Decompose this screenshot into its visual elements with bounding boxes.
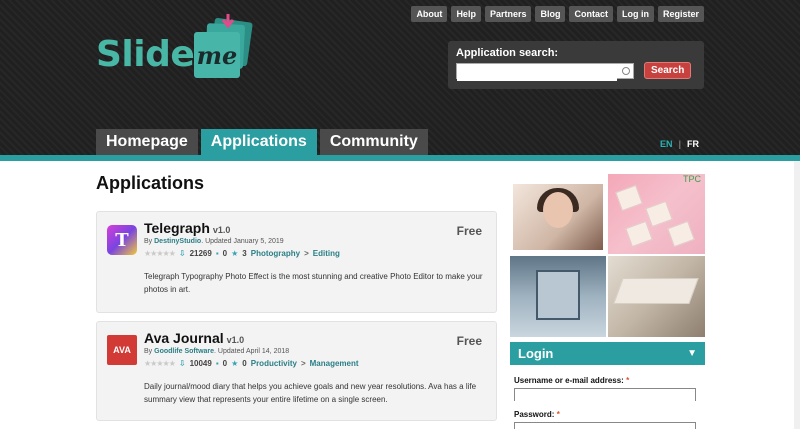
nav-partners[interactable]: Partners — [484, 6, 532, 22]
logo-card-front: me — [194, 32, 240, 78]
logo-cards: me — [192, 14, 262, 78]
ad-grid: TPC — [510, 174, 705, 337]
app-byline: By DestinyStudio. Updated January 5, 201… — [144, 238, 284, 245]
search-input[interactable] — [457, 67, 617, 81]
ad-box — [645, 200, 673, 228]
username-field[interactable] — [515, 394, 695, 405]
ad-box — [625, 220, 653, 248]
login-title: Login — [518, 346, 554, 361]
logo-arrow-icon — [221, 14, 235, 29]
app-name[interactable]: Ava Journal — [144, 330, 224, 346]
ad-table — [613, 278, 699, 304]
app-author-link[interactable]: Goodlife Software — [154, 348, 214, 355]
login-form: Username or e-mail address: * Password: … — [514, 376, 704, 429]
language-switcher: EN | FR — [660, 139, 699, 149]
app-card-ava-journal[interactable]: AVA Ava Journal v1.0 Free By Goodlife Sof… — [96, 321, 497, 421]
ad-image-table[interactable] — [608, 256, 705, 337]
app-description: Daily journal/mood diary that helps you … — [144, 382, 477, 404]
lang-separator: | — [678, 139, 682, 149]
rating-count: 3 — [242, 249, 247, 258]
app-description: Telegraph Typography Photo Effect is the… — [144, 272, 483, 294]
app-meta: ★★★★★ ⇩ 10049 ▪ 0 ★ 0 Productivity > Man… — [144, 359, 359, 368]
app-name[interactable]: Telegraph — [144, 220, 210, 236]
category-separator-icon: > — [304, 249, 309, 258]
download-icon: ⇩ — [178, 359, 186, 368]
ad-face — [543, 192, 573, 228]
category-link[interactable]: Photography — [251, 249, 300, 258]
app-updated: . Updated January 5, 2019 — [201, 238, 284, 245]
site-header: Slide me About Help Partners Blog Contac… — [0, 0, 800, 155]
required-mark: * — [626, 376, 630, 385]
star-icon: ★ — [231, 359, 239, 368]
app-version: v1.0 — [212, 225, 231, 235]
app-price: Free — [456, 224, 482, 238]
main-tabs: Homepage Applications Community — [96, 129, 428, 155]
lang-en[interactable]: EN — [660, 139, 673, 149]
app-title[interactable]: Ava Journal v1.0 — [144, 330, 244, 346]
search-input-wrapper — [456, 62, 634, 81]
ad-image-room[interactable] — [510, 256, 606, 337]
by-prefix: By — [144, 348, 153, 355]
nav-contact[interactable]: Contact — [569, 6, 613, 22]
subcategory-link[interactable]: Management — [310, 359, 359, 368]
username-label: Username or e-mail address: * — [514, 376, 630, 385]
app-price: Free — [456, 334, 482, 348]
ad-image-portrait[interactable] — [513, 184, 603, 250]
top-nav: About Help Partners Blog Contact Log in … — [411, 6, 704, 22]
category-separator-icon: > — [300, 359, 306, 368]
ad-window — [536, 270, 580, 320]
password-field-wrapper — [514, 422, 696, 429]
site-logo[interactable]: Slide me — [96, 14, 266, 78]
tab-homepage[interactable]: Homepage — [96, 129, 198, 155]
nav-login[interactable]: Log in — [616, 6, 654, 22]
download-count: 10049 — [189, 359, 212, 368]
app-version: v1.0 — [226, 335, 245, 345]
comment-count: 0 — [222, 359, 228, 368]
app-author-link[interactable]: DestinyStudio — [154, 238, 201, 245]
page-scrollbar[interactable] — [794, 161, 800, 429]
nav-blog[interactable]: Blog — [535, 6, 566, 22]
username-field-wrapper — [514, 388, 696, 405]
nav-register[interactable]: Register — [657, 6, 704, 22]
by-prefix: By — [144, 238, 153, 245]
rating-count: 0 — [242, 359, 247, 368]
ad-corner-label: TPC — [683, 174, 701, 184]
app-card-telegraph[interactable]: T Telegraph v1.0 Free By DestinyStudio. U… — [96, 211, 497, 313]
logo-text: Slide — [96, 34, 195, 75]
rating-stars-icon: ★★★★★ — [144, 249, 176, 258]
comment-count: 0 — [222, 249, 228, 258]
login-panel-header[interactable]: Login ▼ — [510, 342, 705, 365]
page-title: Applications — [96, 173, 205, 193]
lang-fr[interactable]: FR — [687, 139, 699, 149]
nav-help[interactable]: Help — [451, 6, 481, 22]
app-updated: . Updated April 14, 2018 — [214, 348, 290, 355]
app-byline: By Goodlife Software. Updated April 14, … — [144, 348, 289, 355]
tab-community[interactable]: Community — [319, 129, 428, 155]
rating-stars-icon: ★★★★★ — [144, 359, 176, 368]
search-clear-icon[interactable] — [622, 66, 630, 75]
application-search-box: Application search: Search — [448, 41, 704, 89]
comment-icon: ▪ — [215, 359, 219, 368]
download-icon: ⇩ — [178, 249, 186, 258]
app-title[interactable]: Telegraph v1.0 — [144, 220, 230, 236]
triangle-down-icon[interactable]: ▼ — [687, 348, 697, 359]
search-button[interactable]: Search — [644, 62, 692, 79]
password-label: Password: * — [514, 410, 560, 419]
app-meta: ★★★★★ ⇩ 21269 ▪ 0 ★ 3 Photography > Edit… — [144, 249, 340, 258]
comment-icon: ▪ — [215, 249, 219, 258]
ad-box — [667, 220, 695, 248]
ad-box — [615, 184, 643, 212]
nav-about[interactable]: About — [411, 6, 448, 22]
subcategory-link[interactable]: Editing — [313, 249, 340, 258]
required-mark: * — [556, 410, 560, 419]
ad-image-boxes[interactable]: TPC — [608, 174, 705, 254]
telegraph-app-icon[interactable]: T — [107, 225, 137, 255]
ava-journal-app-icon[interactable]: AVA — [107, 335, 137, 365]
star-icon: ★ — [231, 249, 239, 258]
search-label: Application search: — [456, 47, 559, 59]
header-divider — [0, 155, 800, 161]
category-link[interactable]: Productivity — [251, 359, 297, 368]
download-count: 21269 — [189, 249, 212, 258]
tab-applications[interactable]: Applications — [200, 129, 317, 155]
